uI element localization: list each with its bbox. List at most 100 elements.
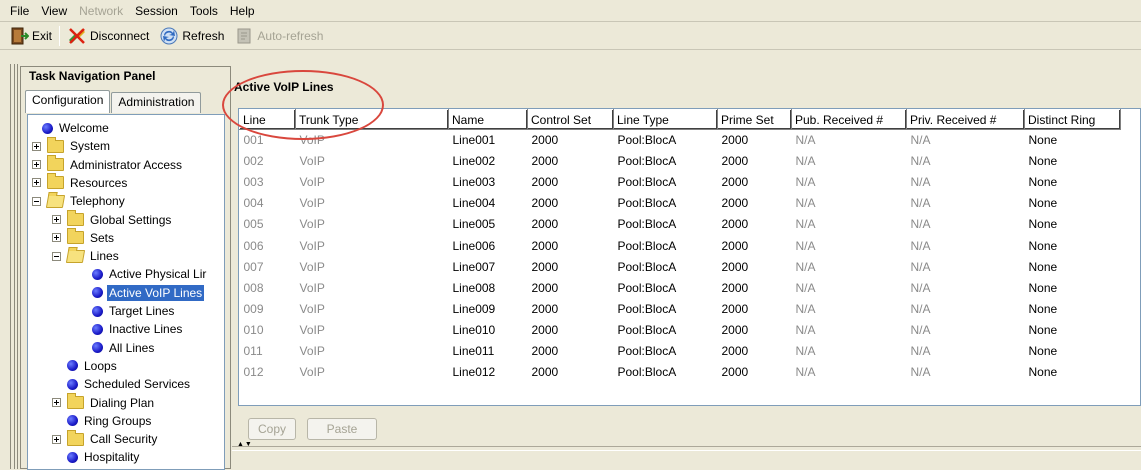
navigation-tree: Welcome System Administrator Access Resourc… — [27, 114, 225, 470]
table-row[interactable]: 006 VoIP Line006 2000 Pool:BlocA 2000 N/A N/A No… — [240, 235, 1121, 256]
table-cell: 2000 — [531, 259, 559, 274]
refresh-button[interactable]: Refresh — [154, 24, 229, 48]
collapse-icon[interactable] — [52, 251, 61, 261]
toolbar: Exit Disconnect Refresh Auto-refresh — [0, 23, 1141, 50]
table-row[interactable]: 009 VoIP Line009 2000 Pool:BlocA 2000 N/A N/A No… — [240, 298, 1121, 319]
column-header[interactable]: Line Type — [613, 109, 718, 130]
tree-item[interactable]: Inactive Lines — [78, 320, 184, 338]
column-header[interactable]: Control Set — [527, 109, 614, 130]
expand-icon[interactable] — [52, 434, 61, 444]
table-cell: 2000 — [721, 280, 749, 295]
expand-icon[interactable] — [32, 160, 41, 170]
column-header[interactable]: Trunk Type — [295, 109, 449, 130]
tree-item[interactable]: Dialing Plan — [52, 393, 156, 412]
folder-open-icon — [45, 194, 66, 208]
table-cell: Line001 — [452, 133, 496, 148]
menu-session[interactable]: Session — [129, 0, 184, 22]
tree-item[interactable]: Sets — [52, 228, 116, 247]
folder-icon — [47, 173, 64, 190]
column-header[interactable]: Prime Set — [717, 109, 792, 130]
menu-help[interactable]: Help — [224, 0, 261, 22]
table-cell: 2000 — [531, 322, 559, 337]
table-cell: Pool:BlocA — [617, 322, 677, 337]
exit-label: Exit — [32, 29, 53, 43]
table-cell: 006 — [243, 238, 264, 253]
table-cell: None — [1028, 238, 1058, 253]
exit-button[interactable]: Exit — [4, 24, 57, 48]
tree-item[interactable]: Resources — [32, 173, 129, 192]
blue-dot-icon — [92, 287, 103, 299]
table-cell: None — [1028, 280, 1058, 295]
expand-icon[interactable] — [52, 215, 61, 224]
table-cell: N/A — [910, 154, 931, 169]
table-cell: 009 — [243, 301, 264, 316]
nav-panel-title: Task Navigation Panel — [29, 69, 156, 83]
tree-item[interactable]: Scheduled Services — [52, 375, 192, 393]
table-cell: VoIP — [299, 154, 325, 169]
column-header[interactable]: Line — [239, 109, 296, 130]
tree-item[interactable]: Telephony — [32, 192, 127, 210]
column-header[interactable]: Priv. Received # — [906, 109, 1025, 130]
tree-item[interactable]: Global Settings — [52, 210, 173, 229]
tree-item-label: Welcome — [59, 121, 109, 135]
copy-button[interactable]: Copy — [248, 418, 296, 440]
table-cell: VoIP — [299, 365, 325, 380]
menu-tools[interactable]: Tools — [184, 0, 224, 22]
table-row[interactable]: 002 VoIP Line002 2000 Pool:BlocA 2000 N/A N/A No… — [240, 151, 1121, 172]
column-header[interactable]: Pub. Received # — [791, 109, 907, 130]
expand-icon[interactable] — [32, 178, 41, 188]
table-row[interactable]: 011 VoIP Line011 2000 Pool:BlocA 2000 N/A N/A No… — [240, 340, 1121, 361]
disconnect-button[interactable]: Disconnect — [62, 24, 154, 48]
table-row[interactable]: 001 VoIP Line001 2000 Pool:BlocA 2000 N/A N/A No… — [240, 130, 1121, 151]
table-cell: N/A — [795, 343, 816, 358]
tree-item[interactable]: Administrator Access — [32, 155, 184, 174]
column-header[interactable]: Distinct Ring — [1024, 109, 1121, 130]
table-cell: N/A — [910, 133, 931, 148]
table-row[interactable]: 007 VoIP Line007 2000 Pool:BlocA 2000 N/A N/A No… — [240, 256, 1121, 277]
table-cell: VoIP — [299, 322, 325, 337]
tree-item[interactable]: Welcome — [32, 119, 111, 137]
dock-handle[interactable] — [0, 50, 20, 469]
table-cell: N/A — [795, 365, 816, 380]
table-cell: None — [1028, 133, 1058, 148]
table-row[interactable]: 012 VoIP Line012 2000 Pool:BlocA 2000 N/A N/A No… — [240, 362, 1121, 383]
table-cell: Pool:BlocA — [617, 154, 677, 169]
table-row[interactable]: 010 VoIP Line010 2000 Pool:BlocA 2000 N/A N/A No… — [240, 319, 1121, 340]
table-row[interactable]: 005 VoIP Line005 2000 Pool:BlocA 2000 N/A N/A No… — [240, 214, 1121, 235]
tree-item[interactable]: Active Physical Lir — [78, 265, 208, 283]
table-cell: 2000 — [531, 196, 559, 211]
expand-icon[interactable] — [52, 233, 61, 243]
tree-item[interactable]: Lines — [52, 247, 121, 265]
table-cell: Pool:BlocA — [617, 238, 677, 253]
column-header[interactable]: Name — [448, 109, 528, 130]
tree-item[interactable]: Hospitality — [52, 448, 141, 466]
tree-item[interactable]: Active VoIP Lines — [78, 284, 205, 302]
disconnect-label: Disconnect — [90, 29, 150, 43]
auto-refresh-button[interactable]: Auto-refresh — [229, 24, 328, 48]
expand-icon[interactable] — [52, 398, 61, 407]
table-cell: VoIP — [299, 175, 325, 190]
tree-item[interactable]: All Lines — [78, 339, 156, 357]
collapse-icon[interactable] — [32, 196, 41, 206]
table-row[interactable]: 008 VoIP Line008 2000 Pool:BlocA 2000 N/A N/A No… — [240, 277, 1121, 298]
menu-network[interactable]: Network — [73, 0, 129, 22]
tree-item[interactable]: Ring Groups — [52, 412, 153, 430]
blue-dot-icon — [67, 415, 78, 427]
tree-item[interactable]: System — [32, 136, 112, 155]
table-cell: N/A — [795, 154, 816, 169]
tree-item[interactable]: Loops — [52, 357, 119, 375]
tree-item-label: Resources — [70, 175, 128, 190]
pane-splitter[interactable] — [232, 446, 1141, 449]
paste-button[interactable]: Paste — [307, 418, 377, 440]
menu-view[interactable]: View — [35, 0, 73, 22]
table-cell: 2000 — [721, 301, 749, 316]
tab-administration[interactable]: Administration — [111, 92, 202, 113]
table-row[interactable]: 003 VoIP Line003 2000 Pool:BlocA 2000 N/A N/A No… — [240, 172, 1121, 193]
table-row[interactable]: 004 VoIP Line004 2000 Pool:BlocA 2000 N/A N/A No… — [240, 193, 1121, 214]
expand-icon[interactable] — [32, 141, 41, 151]
tree-item[interactable]: Call Security — [52, 429, 159, 448]
table-cell: N/A — [795, 259, 816, 274]
menu-file[interactable]: File — [4, 0, 35, 22]
tree-item[interactable]: Target Lines — [78, 302, 176, 320]
tab-configuration[interactable]: Configuration — [25, 90, 111, 113]
